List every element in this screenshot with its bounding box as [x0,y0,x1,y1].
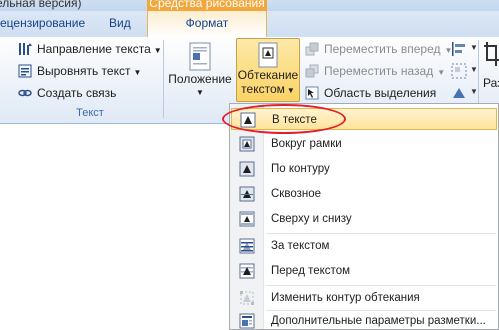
create-link-label: Создать связь [37,86,117,100]
bring-forward-label: Переместить вперед [324,42,441,56]
position-icon [187,42,213,72]
selection-pane-icon [305,86,319,100]
in-front-of-text-icon [239,263,255,279]
menu-item-label: Изменить контур обтекания [271,292,420,304]
menu-item-in-front-of-text[interactable]: Перед текстом [231,260,497,282]
send-backward-icon [305,64,319,78]
menu-item-behind-text[interactable]: За текстом [231,235,497,257]
through-wrap-icon [239,186,255,202]
top-bottom-wrap-icon [239,211,255,227]
position-button[interactable]: Положение ▼ [168,40,232,102]
menu-item-label: Сверху и снизу [271,213,352,225]
wrap-text-label-2: текстом ▼ [241,82,295,96]
bring-forward-button[interactable]: Переместить вперед ▼ [305,39,452,59]
chevron-down-icon: ▼ [286,86,295,95]
chevron-down-icon: ▼ [196,88,204,97]
highlight-annotation-oval [222,104,346,134]
text-group-label: Текст [76,107,104,119]
menu-item-tight[interactable]: По контуру [231,158,497,180]
chevron-down-icon: ▼ [437,68,446,77]
tab-review[interactable]: ецензирование [0,11,85,37]
edit-wrap-points-icon [239,290,255,306]
menu-item-label: Дополнительные параметры разметки... [271,315,486,327]
selection-pane-button[interactable]: Область выделения [305,83,436,103]
menu-item-label: Сквозное [271,188,321,200]
word-window: ельная версия) Средства рисования ецензи… [0,0,499,330]
group-objects-icon[interactable] [450,62,468,80]
text-direction-icon [18,42,32,56]
text-direction-label: Направление текста [37,42,151,56]
menu-item-more-layout-options[interactable]: Дополнительные параметры разметки... [231,310,497,330]
menu-separator [266,285,496,286]
more-layout-options-icon [239,313,255,329]
text-direction-button[interactable]: Направление текста ▼ [18,39,162,59]
crop-label: Раз [483,76,499,90]
wrap-text-icon [256,42,280,68]
chevron-down-icon: ▼ [470,87,478,96]
menu-item-through[interactable]: Сквозное [231,183,497,205]
send-backward-button[interactable]: Переместить назад ▼ [305,61,445,81]
rotate-icon[interactable] [450,84,468,102]
wrap-text-label-1: Обтекание [237,68,299,82]
chevron-down-icon: ▼ [153,46,162,55]
menu-item-label: Перед текстом [271,265,350,277]
menu-item-square[interactable]: Вокруг рамки [231,133,497,155]
selection-pane-label: Область выделения [324,86,437,100]
position-label: Положение [168,72,232,86]
tab-format[interactable]: Формат [147,11,267,38]
align-text-label: Выровнять текст [37,64,131,78]
chevron-down-icon: ▼ [470,65,478,74]
align-icon[interactable] [450,40,468,58]
menu-item-edit-wrap-points[interactable]: Изменить контур обтекания [231,287,497,309]
chevron-down-icon: ▼ [133,68,142,77]
behind-text-icon [239,238,255,254]
tab-view[interactable]: Вид [109,11,131,37]
menu-item-label: По контуру [271,163,330,175]
align-text-icon [18,64,32,78]
square-wrap-icon [239,136,255,152]
menu-item-label: За текстом [271,240,330,252]
menu-item-label: Вокруг рамки [271,138,342,150]
align-text-button[interactable]: Выровнять текст ▼ [18,61,141,81]
drawing-tools-context-header: Средства рисования [147,0,267,11]
wrap-text-menu: В тексте Вокруг рамки По контуру Сквозно… [229,103,499,330]
crop-icon[interactable] [484,40,499,70]
link-icon [18,86,32,100]
menu-item-top-bottom[interactable]: Сверху и снизу [231,208,497,230]
menu-separator [266,233,496,234]
tight-wrap-icon [239,161,255,177]
context-header-label: Средства рисования [149,0,265,10]
send-backward-label: Переместить назад [324,64,434,78]
create-link-button[interactable]: Создать связь [18,83,116,103]
group-divider [163,40,164,118]
window-title: ельная версия) [0,0,82,10]
chevron-down-icon: ▼ [470,43,478,52]
bring-forward-icon [305,42,319,56]
wrap-text-button[interactable]: Обтекание текстом ▼ [236,38,300,102]
